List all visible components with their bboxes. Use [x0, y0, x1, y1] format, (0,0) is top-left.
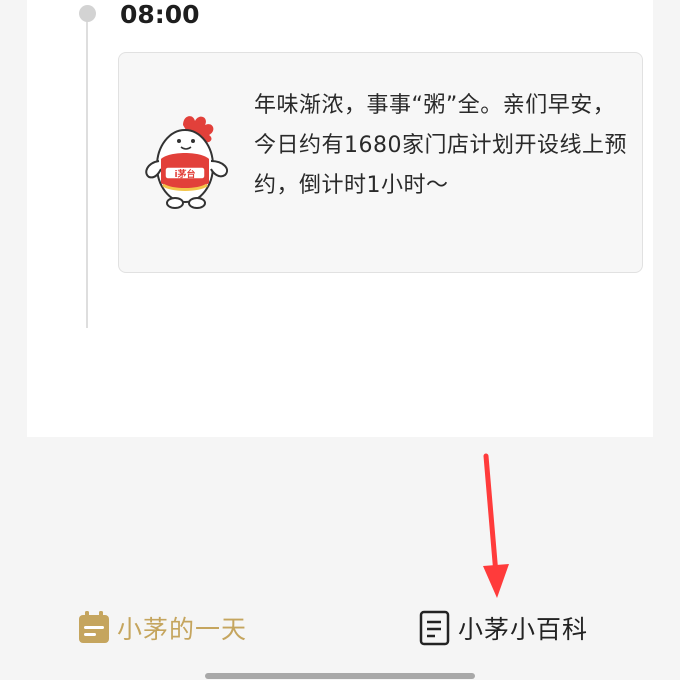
- nav-tab-label: 小茅小百科: [458, 615, 589, 644]
- annotation-arrow: [483, 453, 509, 598]
- timeline-card: 08:00 i茅台 年味渐浓，事事“粥”全。亲们早安，今日约有1680家门店计划…: [27, 0, 653, 437]
- timeline-dot: [79, 5, 96, 22]
- calendar-notepad-icon: [79, 611, 109, 643]
- document-icon: [419, 610, 450, 646]
- nav-tab-xiaomao-day[interactable]: 小茅的一天: [77, 608, 247, 648]
- mascot-label: i茅台: [174, 168, 195, 180]
- mascot-icon: i茅台: [145, 116, 229, 209]
- timeline-time: 08:00: [120, 0, 200, 29]
- message-bubble: i茅台 年味渐浓，事事“粥”全。亲们早安，今日约有1680家门店计划开设线上预约…: [118, 52, 643, 273]
- nav-tab-label: 小茅的一天: [117, 615, 248, 644]
- timeline-line: [86, 14, 88, 328]
- message-text: 年味渐浓，事事“粥”全。亲们早安，今日约有1680家门店计划开设线上预约，倒计时…: [254, 93, 627, 198]
- bottom-nav: 小茅的一天 小茅小百科: [0, 590, 680, 670]
- home-indicator[interactable]: [205, 673, 475, 679]
- nav-tab-encyclopedia[interactable]: 小茅小百科: [418, 608, 588, 648]
